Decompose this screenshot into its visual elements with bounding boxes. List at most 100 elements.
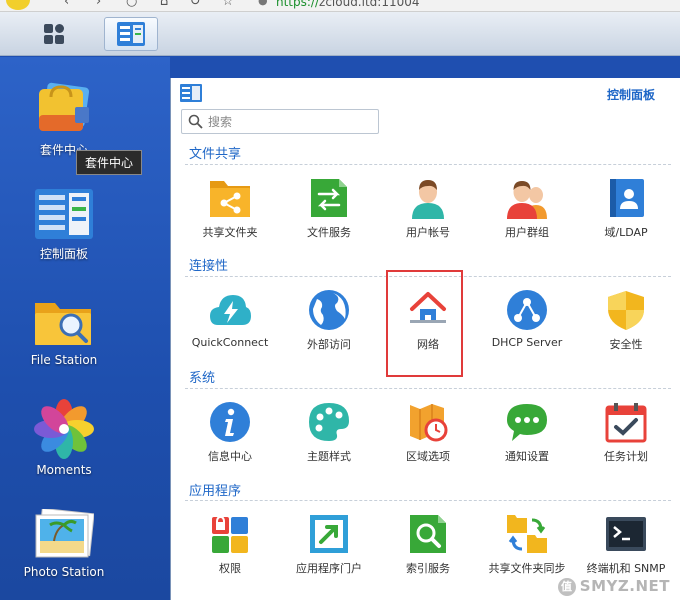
folder-sync-icon (507, 515, 547, 553)
section-title-file-sharing: 文件共享 (189, 147, 242, 162)
domain-ldap-icon (610, 179, 644, 217)
item-info-center[interactable]: 信息中心 (185, 401, 275, 464)
map-clock-icon (410, 404, 448, 442)
item-user-account[interactable]: 用户帐号 (383, 177, 473, 240)
search-input[interactable] (208, 112, 373, 131)
item-label: 权限 (219, 562, 241, 575)
main-menu-button[interactable] (12, 17, 96, 51)
item-label: 共享文件夹同步 (488, 562, 566, 575)
browser-logo-icon (6, 0, 30, 10)
item-shared-folder[interactable]: 共享文件夹 (185, 177, 275, 240)
url-host: zcloud.ltd:11004 (319, 0, 420, 9)
search-icon (188, 114, 203, 129)
item-label: 安全性 (609, 338, 643, 351)
section-title-connectivity: 连接性 (189, 259, 229, 274)
window-title: 控制面板 (606, 88, 655, 102)
item-label: 终端机和 SNMP (586, 562, 666, 575)
item-label: 通知设置 (505, 450, 549, 463)
shield-icon (608, 291, 644, 330)
shopping-bag-icon (39, 82, 90, 131)
item-quickconnect[interactable]: QuickConnect (185, 289, 275, 349)
control-panel-window: 控制面板 文件共享 共享文件夹 文件服务 (170, 78, 680, 600)
desktop-icon-file-station[interactable]: File Station (14, 295, 114, 367)
folder-search-icon (35, 303, 91, 345)
calendar-check-icon (605, 403, 647, 443)
section-title-applications: 应用程序 (189, 484, 242, 499)
user-icon (412, 180, 444, 219)
item-label: 主题样式 (307, 450, 351, 463)
section-title-system: 系统 (189, 371, 216, 386)
home-icon[interactable]: ⌂ (160, 0, 168, 9)
item-regional-options[interactable]: 区域选项 (383, 401, 473, 464)
item-domain-ldap[interactable]: 域/LDAP (581, 177, 671, 240)
address-bar[interactable]: https://zcloud.ltd:11004 (276, 0, 420, 9)
window-header: 控制面板 (171, 78, 680, 106)
url-protocol: https:// (276, 0, 320, 9)
item-file-services[interactable]: 文件服务 (284, 177, 374, 240)
forward-icon[interactable]: › (96, 0, 101, 9)
item-label: QuickConnect (191, 336, 269, 349)
browser-toolbar: ‹ › ○ ⌂ ↺ ☆ ● https://zcloud.ltd:11004 (0, 0, 680, 12)
item-privileges[interactable]: 权限 (185, 513, 275, 576)
item-user-group[interactable]: 用户群组 (482, 177, 572, 240)
palette-icon (309, 403, 349, 441)
item-label: 外部访问 (307, 338, 351, 351)
reload-icon[interactable]: ○ (126, 0, 137, 9)
user-group-icon (507, 181, 547, 219)
item-label: DHCP Server (491, 336, 563, 349)
item-label: 用户群组 (505, 226, 549, 239)
quickconnect-icon (210, 295, 251, 325)
section-divider (185, 164, 671, 165)
terminal-icon (606, 517, 646, 551)
file-services-icon (311, 179, 347, 217)
chat-bubble-icon (507, 404, 547, 441)
desktop-icon-label: Moments (36, 463, 92, 477)
portal-arrow-icon (310, 515, 348, 553)
item-terminal-snmp[interactable]: 终端机和 SNMP (581, 513, 671, 576)
section-divider (185, 388, 671, 389)
item-label: 应用程序门户 (296, 562, 362, 575)
item-task-scheduler[interactable]: 任务计划 (581, 401, 671, 464)
item-notification[interactable]: 通知设置 (482, 401, 572, 464)
item-dhcp-server[interactable]: DHCP Server (482, 289, 572, 349)
globe-icon (309, 290, 349, 330)
item-label: 用户帐号 (406, 226, 450, 239)
item-external-access[interactable]: 外部访问 (284, 289, 374, 352)
watermark: 值 SMYZ.NET (557, 577, 670, 596)
item-label: 信息中心 (208, 450, 252, 463)
control-panel-icon (117, 22, 145, 46)
dsm-taskbar (0, 12, 680, 56)
bookmark-star-icon[interactable]: ☆ (222, 0, 234, 9)
item-label: 文件服务 (307, 226, 351, 239)
photo-beach-icon (35, 509, 94, 558)
desktop-icon-label: File Station (30, 353, 98, 367)
item-shared-folder-sync[interactable]: 共享文件夹同步 (482, 513, 572, 576)
taskbar-control-panel-button[interactable] (104, 17, 158, 51)
desktop-icon-label: Photo Station (23, 565, 105, 579)
desktop-icon-photo-station[interactable]: Photo Station (14, 509, 114, 579)
back-icon[interactable]: ‹ (64, 0, 69, 9)
tooltip: 套件中心 (76, 150, 143, 175)
item-label: 索引服务 (406, 562, 450, 575)
watermark-text: SMYZ.NET (579, 577, 670, 595)
privileges-icon (212, 515, 248, 553)
desktop-icon-moments[interactable]: Moments (14, 399, 114, 477)
undo-icon[interactable]: ↺ (190, 0, 201, 9)
item-label: 域/LDAP (604, 226, 648, 239)
desktop-icon-control-panel[interactable]: 控制面板 (14, 187, 114, 262)
desktop-icon-label: 控制面板 (39, 247, 88, 261)
dhcp-icon (507, 290, 547, 330)
desktop: 套件中心 套件中心 控制面板 File Station Moments Phot… (0, 57, 170, 600)
item-security[interactable]: 安全性 (581, 289, 671, 352)
item-indexing-service[interactable]: 索引服务 (383, 513, 473, 576)
item-label: 任务计划 (604, 450, 648, 463)
desktop-icon-package-center[interactable]: 套件中心 (14, 79, 114, 158)
item-theme[interactable]: 主题样式 (284, 401, 374, 464)
index-search-icon (410, 515, 446, 553)
item-application-portal[interactable]: 应用程序门户 (284, 513, 374, 576)
shared-folder-icon (210, 181, 250, 217)
item-label: 区域选项 (406, 450, 450, 463)
main-menu-icon (44, 24, 64, 44)
highlight-box (386, 270, 463, 377)
control-panel-icon (35, 189, 93, 239)
